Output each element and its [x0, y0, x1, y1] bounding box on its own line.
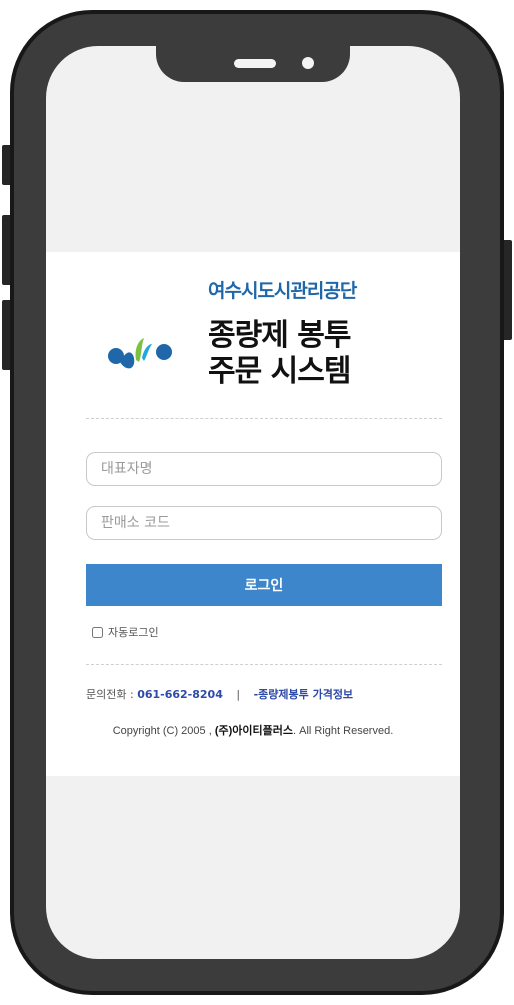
org-logo-icon [108, 338, 172, 369]
contact-label: 문의전화 : [86, 688, 134, 701]
org-name: 여수시도시관리공단 [208, 280, 357, 302]
copyright: Copyright (C) 2005 , (주)아이티플러스. All Righ… [46, 722, 460, 738]
price-info-link[interactable]: -종량제봉투 가격정보 [254, 688, 353, 701]
representative-name-input[interactable] [86, 452, 442, 486]
auto-login-label: 자동로그인 [108, 626, 159, 639]
phone-notch [156, 46, 350, 82]
contact-line: 문의전화 : 061-662-8204 | -종량제봉투 가격정보 [86, 686, 442, 702]
contact-phone: 061-662-8204 [137, 688, 223, 701]
brand-header: 여수시도시관리공단 종량제 봉투 주문 시스템 [106, 276, 426, 406]
login-card: 여수시도시관리공단 종량제 봉투 주문 시스템 대표자명 판매소 코드 로그인 … [46, 252, 460, 776]
company-name: (주)아이티플러스 [214, 725, 293, 737]
system-title-line2: 주문 시스템 [208, 354, 351, 389]
auto-login-option[interactable]: 자동로그인 [92, 624, 159, 640]
system-title: 종량제 봉투 주문 시스템 [208, 318, 351, 390]
copyright-suffix: . All Right Reserved. [293, 725, 394, 737]
bottom-divider [86, 664, 442, 665]
system-title-line1: 종량제 봉투 [208, 318, 351, 353]
auto-login-checkbox[interactable] [92, 626, 103, 638]
copyright-prefix: Copyright (C) 2005 , [112, 725, 212, 737]
device-stage: 여수시도시관리공단 종량제 봉투 주문 시스템 대표자명 판매소 코드 로그인 … [0, 0, 514, 1005]
phone-frame: 여수시도시관리공단 종량제 봉투 주문 시스템 대표자명 판매소 코드 로그인 … [10, 10, 504, 995]
camera-icon [302, 57, 314, 69]
login-button[interactable]: 로그인 [86, 564, 442, 606]
phone-screen: 여수시도시관리공단 종량제 봉투 주문 시스템 대표자명 판매소 코드 로그인 … [46, 46, 460, 959]
speaker-icon [234, 59, 276, 68]
store-code-input[interactable] [86, 506, 442, 540]
contact-separator: | [236, 688, 241, 701]
top-divider [86, 418, 442, 419]
